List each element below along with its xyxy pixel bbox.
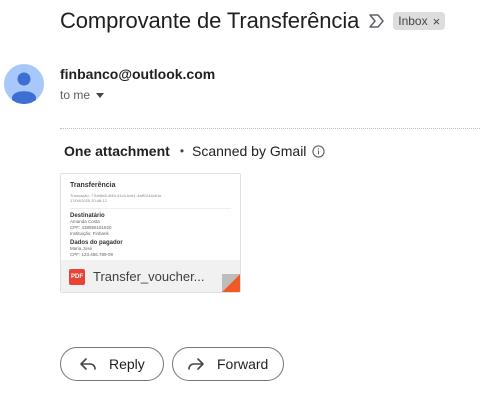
sender-email[interactable]: finbanco@outlook.com (60, 66, 215, 82)
preview-title: Transferência (70, 182, 116, 189)
subject-row: Comprovante de Transferência Inbox × (60, 8, 446, 34)
recipient-text: to me (60, 88, 91, 102)
email-subject: Comprovante de Transferência (60, 8, 360, 33)
file-corner-fold-icon (222, 274, 240, 292)
info-icon[interactable] (312, 144, 326, 158)
reply-label: Reply (109, 356, 145, 372)
forward-label: Forward (217, 356, 269, 372)
importance-marker-icon[interactable] (369, 14, 385, 28)
inbox-label-chip[interactable]: Inbox × (393, 12, 446, 30)
inbox-label-text: Inbox (398, 14, 428, 28)
chevron-down-icon[interactable] (96, 92, 105, 98)
attachment-count: One attachment (64, 143, 170, 159)
attachment-card[interactable]: Transferência Transação: 77bb8e8-4f49-41… (60, 173, 241, 293)
recipient-details-toggle[interactable]: to me (60, 88, 105, 102)
reply-arrow-icon (80, 358, 96, 370)
preview-rule (70, 208, 231, 209)
sender-avatar[interactable] (4, 64, 44, 104)
forward-button[interactable]: Forward (172, 347, 284, 381)
attachment-divider (60, 128, 480, 129)
scan-status: Scanned by Gmail (192, 143, 307, 159)
preview-meta-line: 17/04/2025 20:48:12 (70, 198, 107, 203)
forward-arrow-icon (188, 358, 204, 370)
reply-button[interactable]: Reply (60, 347, 164, 381)
attachment-header: One attachment • Scanned by Gmail (64, 143, 326, 159)
preview-line: CPF: 123.456.789-09 (70, 252, 114, 257)
pdf-icon: PDF (69, 269, 85, 285)
preview-line: Instituição: Finbank (70, 231, 109, 236)
remove-label-icon[interactable]: × (433, 15, 441, 28)
attachment-filename[interactable]: Transfer_voucher... (93, 269, 208, 284)
attachment-preview[interactable]: Transferência Transação: 77bb8e8-4f49-41… (61, 174, 240, 260)
separator-dot: • (179, 144, 185, 158)
